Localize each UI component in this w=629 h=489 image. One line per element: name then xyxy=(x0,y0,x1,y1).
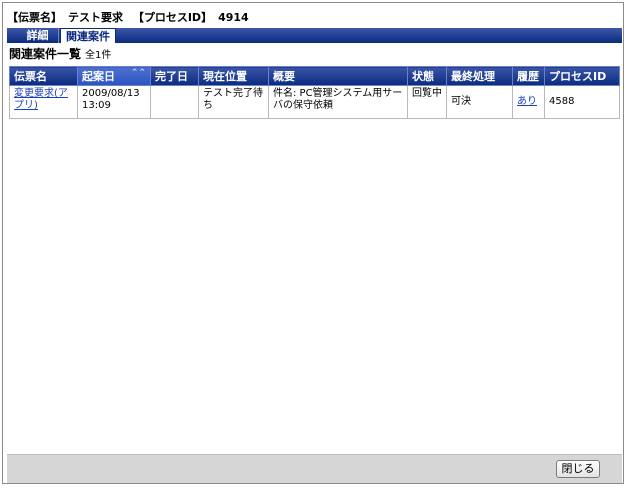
list-title-text: 関連案件一覧 xyxy=(9,47,82,61)
tab-related-cases[interactable]: 関連案件 xyxy=(60,28,116,43)
table-row: 変更要求(アプリ) 2009/08/13 13:09 テスト完了待ち 件名: P… xyxy=(9,85,620,119)
title-bar: 【伝票名】 テスト要求 【プロセスID】 4914 xyxy=(7,9,619,25)
cell-position: テスト完了待ち xyxy=(198,85,269,119)
column-header-last-action[interactable]: 最終処理 xyxy=(446,66,513,86)
cell-status: 回覧中 xyxy=(407,85,447,119)
cell-summary: 件名: PC管理システム用サーバの保守依頼 xyxy=(268,85,408,119)
column-header-summary[interactable]: 概要 xyxy=(268,66,408,86)
close-button[interactable]: 閉じる xyxy=(556,460,600,478)
cell-complete-date xyxy=(150,85,199,119)
history-link[interactable]: あり xyxy=(517,96,537,107)
footer-bar: 閉じる xyxy=(7,454,622,483)
tab-bar: 詳細 関連案件 xyxy=(7,28,622,43)
record-count: 全1件 xyxy=(85,50,112,61)
cell-form: 変更要求(アプリ) xyxy=(9,85,78,119)
form-name-value: テスト要求 xyxy=(68,11,123,24)
process-id-label: 【プロセスID】 xyxy=(132,11,213,24)
tab-detail[interactable]: 詳細 xyxy=(17,28,59,43)
list-title: 関連案件一覧 全1件 xyxy=(9,45,111,62)
sort-ascending-icon[interactable]: ⌃⌃ xyxy=(131,68,146,78)
form-link[interactable]: 変更要求(アプリ) xyxy=(14,88,68,111)
cell-history: あり xyxy=(512,85,545,119)
column-header-history[interactable]: 履歴 xyxy=(512,66,545,86)
column-header-form[interactable]: 伝票名 xyxy=(9,66,78,86)
form-name-label: 【伝票名】 xyxy=(7,11,62,24)
cell-last-action: 可決 xyxy=(446,85,513,119)
column-header-status[interactable]: 状態 xyxy=(407,66,447,86)
column-header-draft-date-label: 起案日 xyxy=(82,70,115,83)
column-header-complete-date[interactable]: 完了日 xyxy=(150,66,199,86)
column-header-draft-date[interactable]: 起案日 ⌃⌃ xyxy=(77,66,151,86)
related-cases-table: 伝票名 起案日 ⌃⌃ 完了日 現在位置 概要 状態 最終処理 履歴 プロセスID… xyxy=(9,66,620,119)
cell-draft-date: 2009/08/13 13:09 xyxy=(77,85,151,119)
cell-process-id: 4588 xyxy=(544,85,620,119)
column-header-position[interactable]: 現在位置 xyxy=(198,66,269,86)
related-cases-window: 【伝票名】 テスト要求 【プロセスID】 4914 詳細 関連案件 関連案件一覧 全1… xyxy=(2,2,624,484)
table-header-row: 伝票名 起案日 ⌃⌃ 完了日 現在位置 概要 状態 最終処理 履歴 プロセスID xyxy=(9,66,620,86)
process-id-value: 4914 xyxy=(218,11,249,24)
column-header-process-id[interactable]: プロセスID xyxy=(544,66,620,86)
